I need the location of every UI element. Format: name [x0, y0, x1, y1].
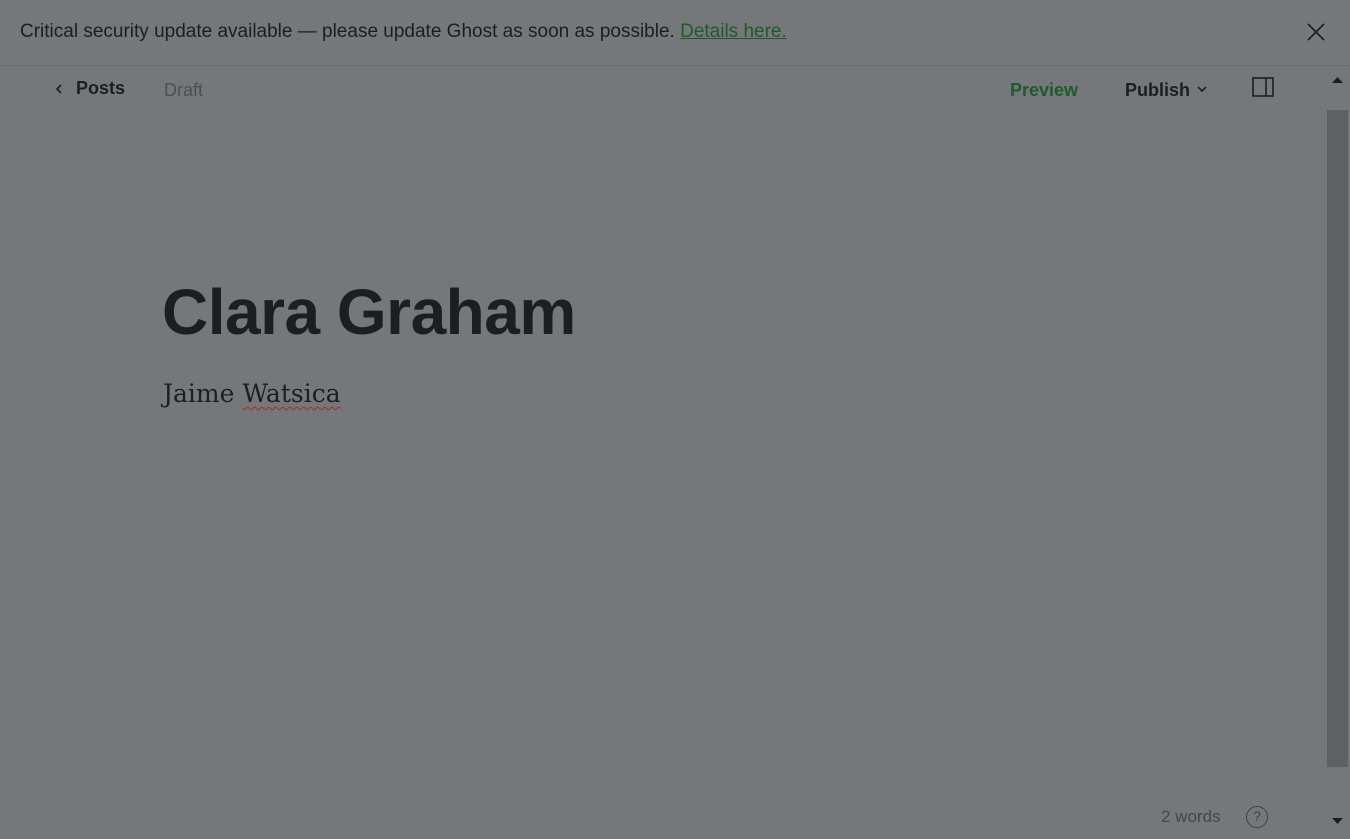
post-body[interactable]: Jaime Watsica [163, 379, 341, 408]
publish-button[interactable]: Publish [1125, 80, 1209, 101]
word-count: 2 words [1161, 807, 1221, 826]
banner-message-text: Critical security update available — ple… [20, 21, 675, 42]
back-to-posts-label: Posts [76, 78, 126, 98]
banner-message: Critical security update available — ple… [20, 21, 787, 43]
post-editor: Posts Draft Preview Publish Clara Graham… [0, 67, 1325, 834]
post-title[interactable]: Clara Graham [162, 275, 576, 349]
scroll-down-arrow-icon[interactable] [1325, 810, 1350, 834]
help-icon[interactable]: ? [1246, 806, 1268, 828]
back-to-posts-button[interactable]: Posts [52, 78, 125, 99]
close-icon[interactable] [1304, 20, 1328, 44]
chevron-down-icon [1195, 80, 1209, 101]
vertical-scrollbar[interactable] [1325, 67, 1350, 834]
chevron-left-icon [52, 82, 66, 96]
security-update-banner: Critical security update available — ple… [0, 0, 1350, 66]
post-body-text: Jaime [163, 379, 235, 408]
post-status: Draft [164, 80, 204, 100]
preview-button[interactable]: Preview [1010, 80, 1078, 101]
banner-details-link[interactable]: Details here. [680, 21, 787, 42]
publish-label: Publish [1125, 80, 1191, 100]
sidebar-toggle-icon[interactable] [1252, 77, 1274, 97]
scrollbar-thumb[interactable] [1327, 110, 1348, 767]
post-body-misspelled-word: Watsica [242, 379, 341, 408]
scroll-up-arrow-icon[interactable] [1325, 67, 1350, 91]
